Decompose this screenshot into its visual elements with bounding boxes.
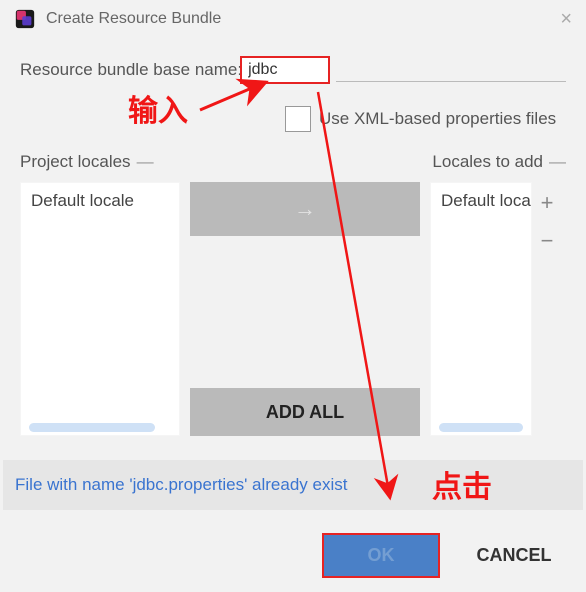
base-name-label: Resource bundle base name: bbox=[20, 60, 242, 80]
title-text: Create Resource Bundle bbox=[46, 10, 221, 28]
locales-to-add-list[interactable]: Default locale bbox=[430, 182, 532, 436]
ok-button[interactable]: OK bbox=[322, 533, 440, 578]
arrow-right-icon: → bbox=[294, 196, 316, 222]
xml-checkbox[interactable] bbox=[285, 106, 311, 132]
list-item[interactable]: Default locale bbox=[21, 183, 179, 219]
project-locales-header: Project locales bbox=[20, 152, 131, 172]
add-locale-button[interactable]: + bbox=[541, 190, 554, 216]
warning-text: File with name 'jdbc.properties' already… bbox=[15, 475, 347, 495]
base-name-underline bbox=[336, 58, 566, 82]
xml-checkbox-label: Use XML-based properties files bbox=[319, 109, 556, 129]
locales-to-add-header: Locales to add bbox=[432, 152, 543, 172]
list-item[interactable]: Default locale bbox=[431, 183, 531, 219]
title-bar: Create Resource Bundle × bbox=[0, 0, 586, 38]
close-icon[interactable]: × bbox=[560, 9, 572, 29]
project-locales-list[interactable]: Default locale bbox=[20, 182, 180, 436]
app-icon bbox=[14, 8, 36, 30]
cancel-label: CANCEL bbox=[477, 545, 552, 566]
minus-icon: — bbox=[549, 152, 566, 172]
remove-locale-button[interactable]: − bbox=[541, 228, 554, 254]
scrollbar[interactable] bbox=[29, 423, 155, 432]
minus-icon: — bbox=[137, 152, 154, 172]
scrollbar[interactable] bbox=[439, 423, 523, 432]
warning-bar: File with name 'jdbc.properties' already… bbox=[3, 460, 583, 510]
base-name-input[interactable] bbox=[240, 56, 330, 84]
add-all-button[interactable]: ADD ALL bbox=[190, 388, 420, 436]
ok-label: OK bbox=[368, 545, 395, 566]
cancel-button[interactable]: CANCEL bbox=[458, 533, 570, 578]
move-right-button[interactable]: → bbox=[190, 182, 420, 236]
add-all-label: ADD ALL bbox=[266, 402, 344, 423]
